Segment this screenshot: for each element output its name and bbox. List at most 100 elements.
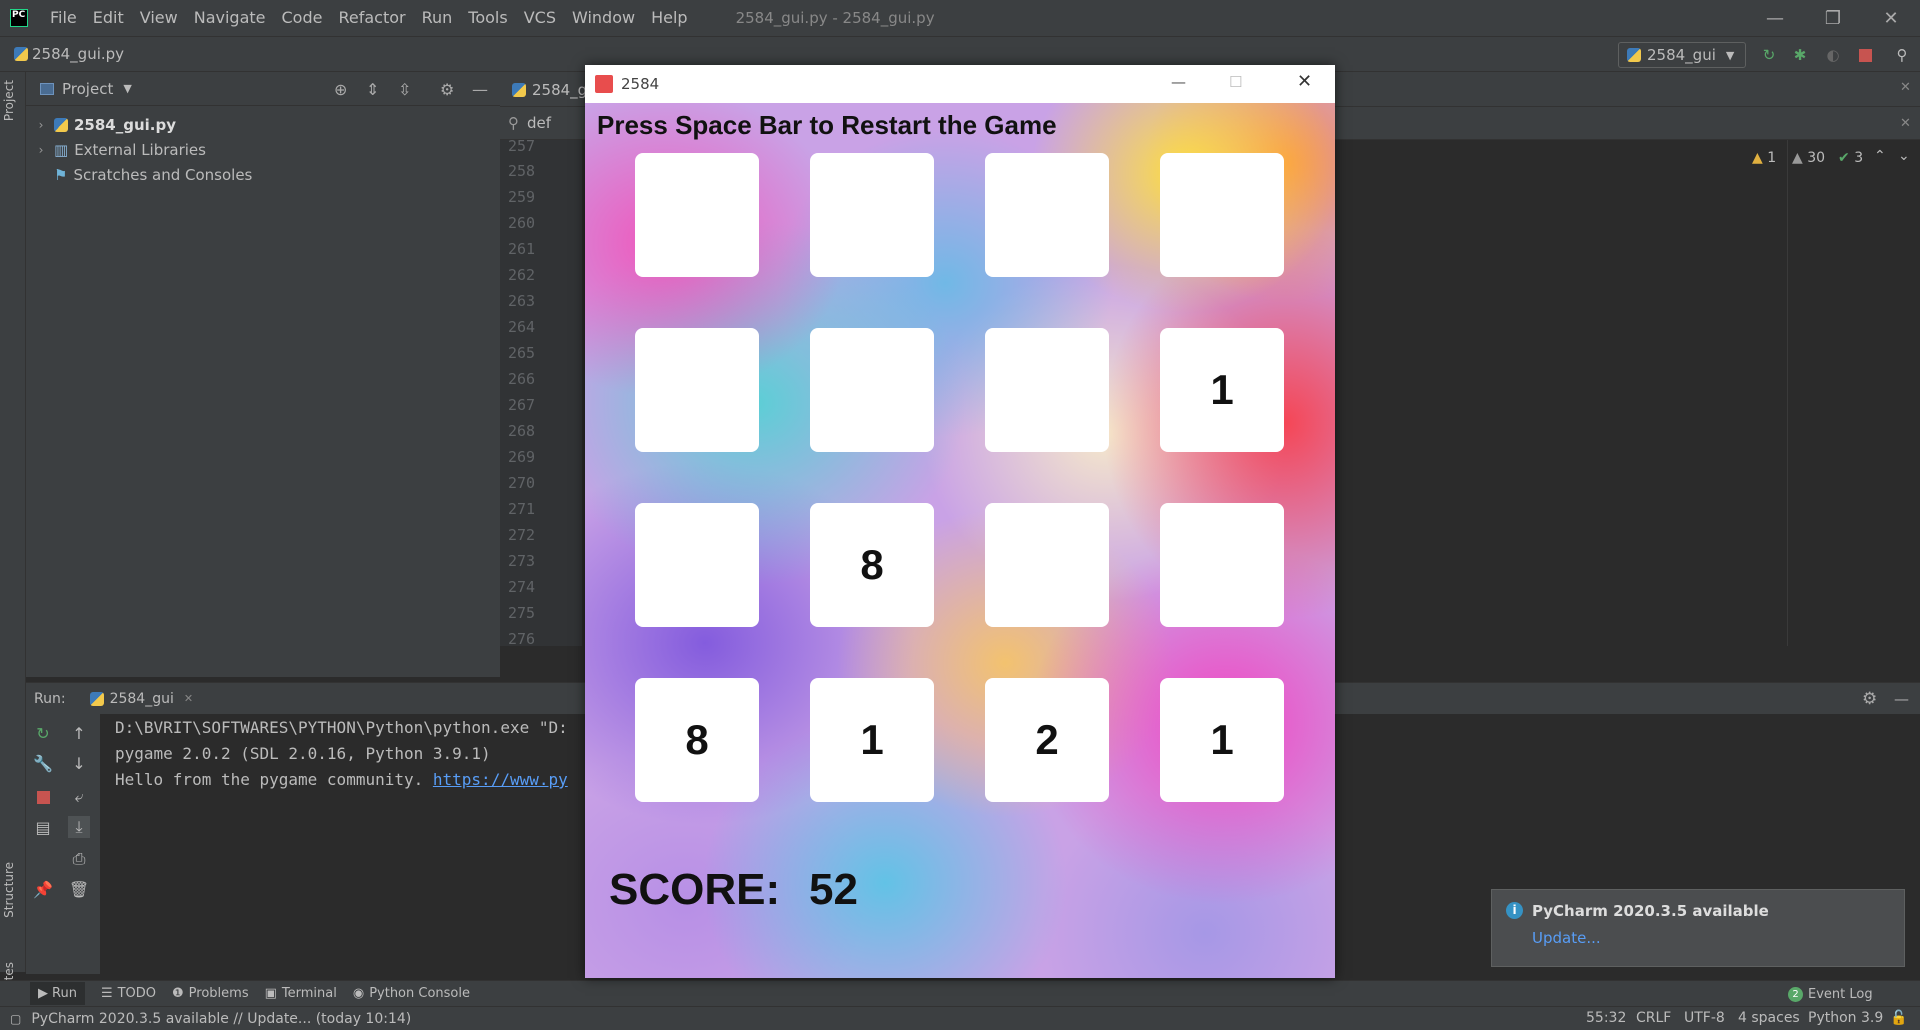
event-log-button[interactable]: 2 Event Log (1788, 987, 1873, 1002)
project-title[interactable]: Project (62, 80, 113, 98)
arrow-down-icon[interactable]: ↓ (68, 752, 90, 774)
close-icon[interactable]: ✕ (184, 692, 193, 705)
editor-tab-label: 2584_g (532, 80, 588, 99)
tree-item-file[interactable]: › 2584_gui.py (26, 112, 500, 137)
search-icon[interactable]: ⚲ (1893, 46, 1911, 64)
hide-panel-icon[interactable]: — (472, 80, 488, 99)
coverage-icon[interactable]: ◐ (1824, 46, 1842, 64)
pin-icon[interactable]: 📌 (32, 878, 54, 900)
status-message[interactable]: PyCharm 2020.3.5 available // Update... … (31, 1011, 411, 1027)
arrow-up-icon[interactable]: ↑ (68, 722, 90, 744)
layout-icon[interactable]: ▢ (10, 1012, 21, 1026)
menu-view[interactable]: View (132, 0, 186, 36)
tool-tab-problems[interactable]: ❶ Problems (172, 986, 249, 1001)
grid-tile (810, 153, 934, 277)
grid-tile: 8 (635, 678, 759, 802)
collapse-all-icon[interactable]: ⇳ (398, 80, 411, 99)
tree-item-scratches[interactable]: ⚑ Scratches and Consoles (26, 162, 500, 187)
weak-warning-icon[interactable]: ▲ 30 (1792, 150, 1825, 166)
run-tab[interactable]: 2584_gui (110, 691, 174, 707)
check-icon[interactable]: ✔ 3 (1838, 150, 1863, 166)
menu-vcs[interactable]: VCS (516, 0, 564, 36)
tool-tab-terminal[interactable]: ▣ Terminal (265, 986, 337, 1001)
restore-icon[interactable]: ❐ (1804, 0, 1862, 36)
line-number: 258 (508, 162, 536, 180)
soft-wrap-icon[interactable]: ⤶ (68, 786, 90, 808)
menu-code[interactable]: Code (274, 0, 331, 36)
chevron-up-icon[interactable]: ⌃ (1874, 148, 1886, 164)
layout-icon[interactable]: ▤ (32, 816, 54, 838)
indent-setting[interactable]: 4 spaces (1738, 1010, 1800, 1026)
vtab-structure[interactable]: Structure (2, 862, 16, 918)
update-link[interactable]: Update... (1532, 929, 1601, 947)
expand-all-icon[interactable]: ⇕ (366, 80, 379, 99)
tool-tab-todo[interactable]: ☰ TODO (101, 986, 156, 1001)
tool-window-bar: ▶ Run ☰ TODO ❶ Problems ▣ Terminal ◉ Python C… (0, 980, 1920, 1006)
wrench-icon[interactable]: 🔧 (32, 752, 54, 774)
menu-navigate[interactable]: Navigate (186, 0, 274, 36)
editor-tab[interactable]: 2584_g (512, 72, 587, 107)
close-icon[interactable]: ✕ (1297, 71, 1312, 92)
close-icon[interactable]: ✕ (1862, 0, 1920, 36)
line-number: 269 (508, 448, 536, 466)
menu-window[interactable]: Window (564, 0, 643, 36)
pycharm-logo-icon (10, 9, 28, 27)
hide-panel-icon[interactable]: — (1894, 690, 1909, 708)
update-notification: i PyCharm 2020.3.5 available Update... (1491, 889, 1905, 967)
line-number: 266 (508, 370, 536, 388)
tool-tab-python-console[interactable]: ◉ Python Console (353, 986, 470, 1001)
grid-tile: 1 (1160, 678, 1284, 802)
gear-icon[interactable]: ⚙ (440, 80, 454, 99)
warning-icon[interactable]: ▲ 1 (1752, 150, 1776, 166)
run-config-dropdown[interactable]: 2584_gui ▼ (1618, 42, 1746, 68)
breadcrumb-file[interactable]: 2584_gui.py (32, 45, 124, 63)
close-icon[interactable]: ✕ (1900, 80, 1911, 95)
menu-file[interactable]: File (42, 0, 85, 36)
interpreter[interactable]: Python 3.9 (1808, 1010, 1883, 1026)
search-input[interactable]: def (527, 114, 551, 132)
event-log-label: Event Log (1808, 987, 1873, 1002)
game-window-titlebar[interactable]: 2584 — ☐ ✕ (585, 65, 1335, 103)
chevron-down-icon[interactable]: ⌄ (1898, 148, 1910, 164)
vtab-project[interactable]: Project (2, 80, 16, 121)
chevron-down-icon[interactable]: ▼ (123, 82, 131, 95)
menu-run[interactable]: Run (414, 0, 461, 36)
close-icon[interactable]: ✕ (1900, 116, 1911, 131)
caret-position[interactable]: 55:32 (1586, 1010, 1626, 1026)
chevron-right-icon[interactable]: › (32, 143, 50, 157)
python-file-icon (1627, 48, 1641, 62)
locate-icon[interactable]: ⊕ (334, 80, 347, 99)
rerun-icon[interactable]: ↻ (1760, 46, 1778, 64)
stop-icon[interactable] (1856, 46, 1874, 64)
line-number: 273 (508, 552, 536, 570)
debug-icon[interactable]: ✱ (1791, 46, 1809, 64)
line-separator[interactable]: CRLF (1636, 1010, 1671, 1026)
minimize-icon[interactable]: — (1746, 0, 1804, 36)
line-number: 275 (508, 604, 536, 622)
menu-help[interactable]: Help (643, 0, 695, 36)
stop-icon[interactable] (32, 786, 54, 808)
rerun-icon[interactable]: ↻ (32, 722, 54, 744)
minimize-icon[interactable]: — (1171, 73, 1186, 91)
menu-tools[interactable]: Tools (460, 0, 515, 36)
game-canvas[interactable]: Press Space Bar to Restart the Game 1 8 … (585, 103, 1335, 978)
score-label: SCORE: (609, 865, 781, 914)
lock-icon[interactable]: 🔓 (1890, 1010, 1907, 1026)
chevron-right-icon[interactable]: › (32, 118, 50, 132)
tool-tab-run[interactable]: ▶ Run (30, 982, 85, 1005)
search-icon: ⚲ (508, 114, 519, 132)
game-window-title: 2584 (621, 75, 660, 93)
gear-icon[interactable]: ⚙ (1862, 689, 1877, 709)
console-link[interactable]: https://www.py (433, 770, 568, 789)
menu-refactor[interactable]: Refactor (330, 0, 413, 36)
file-encoding[interactable]: UTF-8 (1684, 1010, 1725, 1026)
scroll-to-end-icon[interactable]: ⤓ (68, 816, 90, 838)
trash-icon[interactable]: 🗑 (68, 878, 90, 900)
console-line: pygame 2.0.2 (SDL 2.0.16, Python 3.9.1) (115, 744, 491, 763)
maximize-icon[interactable]: ☐ (1229, 73, 1242, 91)
library-icon: ▥ (54, 140, 69, 159)
print-icon[interactable]: ⎙ (68, 848, 90, 870)
menu-edit[interactable]: Edit (85, 0, 132, 36)
warning-count: 1 (1767, 150, 1777, 166)
tree-item-external-libraries[interactable]: › ▥ External Libraries (26, 137, 500, 162)
